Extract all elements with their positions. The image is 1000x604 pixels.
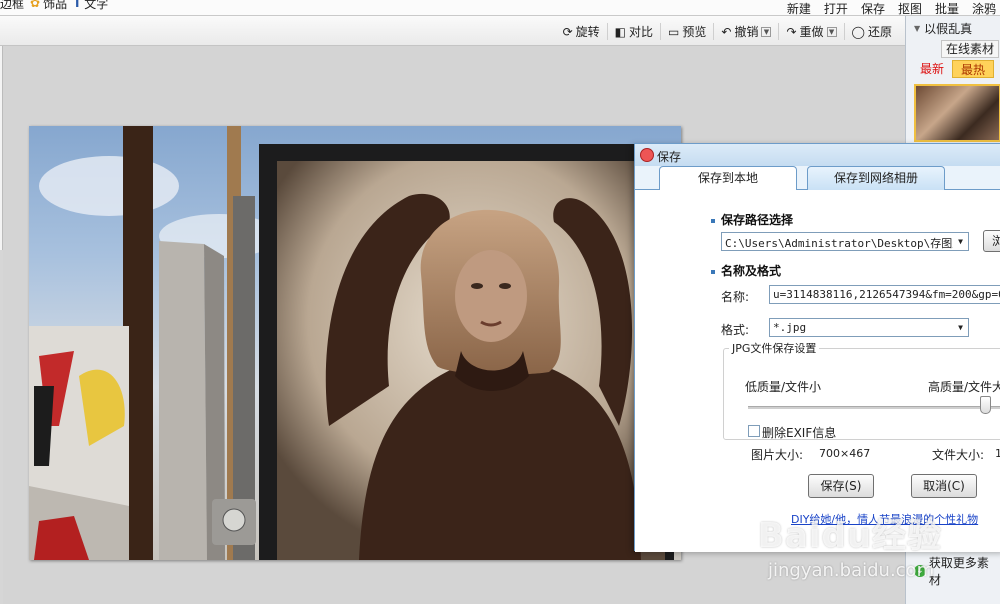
- name-format-section-title: 名称及格式: [711, 262, 781, 279]
- redo-label: 重做: [799, 25, 824, 39]
- format-select[interactable]: *.jpg ▼: [769, 318, 969, 337]
- material-panel-header[interactable]: ▼ 以假乱真: [906, 18, 1000, 38]
- tab-border[interactable]: 边框: [0, 0, 24, 12]
- main-menu: 新建 打开 保存 抠图 批量 涂鸦: [787, 0, 1000, 17]
- file-size-label: 文件大小:: [932, 448, 985, 462]
- menu-new[interactable]: 新建: [787, 0, 811, 17]
- restore-label: 还原: [867, 25, 892, 39]
- app-logo-icon: [640, 148, 654, 162]
- material-thumbnail[interactable]: [914, 84, 1000, 142]
- browse-button[interactable]: 浏: [983, 230, 1000, 252]
- dialog-body: 保存路径选择 C:\Users\Administrator\Desktop\存图…: [635, 189, 1000, 552]
- file-name-input[interactable]: u=3114838116,2126547394&fm=200&gp=0: [769, 285, 1000, 304]
- tab-newest[interactable]: 最新: [912, 60, 953, 78]
- dialog-titlebar[interactable]: 保存: [635, 144, 1000, 166]
- compare-label: 对比: [629, 25, 654, 39]
- chevron-down-icon[interactable]: ▼: [953, 319, 968, 336]
- baidu-watermark-url: jingyan.baidu.com: [768, 560, 935, 581]
- preview-button[interactable]: ▭ 预览: [661, 23, 715, 40]
- save-dialog: 保存 保存路径选择 C:\Users\Administrator\Desktop…: [634, 143, 1000, 552]
- restore-button[interactable]: ◯ 还原: [845, 23, 899, 40]
- rotate-icon: ⟳: [562, 24, 573, 39]
- format-value: *.jpg: [773, 321, 807, 334]
- tab-border-label: 边框: [0, 0, 25, 11]
- decoration-icon: ✿: [30, 0, 41, 10]
- remove-exif-label: 删除EXIF信息: [762, 426, 837, 440]
- cancel-button[interactable]: 取消(C): [911, 474, 977, 498]
- quality-slider-track[interactable]: [748, 406, 1000, 409]
- tab-save-local[interactable]: 保存到本地: [659, 166, 797, 190]
- file-size-value: 1: [995, 447, 1000, 460]
- tab-decoration-label: 饰品: [43, 0, 68, 11]
- redo-dropdown-icon[interactable]: ▼: [826, 26, 837, 37]
- undo-icon: ↶: [721, 24, 732, 39]
- text-icon: T: [73, 0, 82, 10]
- tab-hottest[interactable]: 最热: [952, 60, 995, 78]
- save-path-value: C:\Users\Administrator\Desktop\存图片: [725, 237, 964, 250]
- restore-icon: ◯: [851, 24, 865, 39]
- compare-button[interactable]: ◧ 对比: [608, 23, 662, 40]
- jpg-settings-title: JPG文件保存设置: [729, 340, 820, 356]
- quality-slider-thumb[interactable]: [979, 396, 991, 414]
- undo-dropdown-icon[interactable]: ▼: [761, 26, 772, 37]
- baidu-watermark: Baidu经验: [758, 516, 943, 556]
- tab-text[interactable]: T 文字: [73, 0, 108, 12]
- image-size-label: 图片大小:: [751, 448, 804, 462]
- top-menu-bar: 边框 ✿ 饰品 T 文字 新建 打开 保存 抠图 批量 涂鸦: [0, 0, 1000, 16]
- toolbar-tools: ⟳ 旋转 ◧ 对比 ▭ 预览 ↶ 撤销 ▼ ↷ 重做 ▼ ◯ 还原: [556, 23, 899, 40]
- save-button[interactable]: 保存(S): [808, 474, 874, 498]
- tab-text-label: 文字: [84, 0, 109, 11]
- high-quality-label: 高质量/文件大: [928, 380, 1000, 394]
- save-path-combobox[interactable]: C:\Users\Administrator\Desktop\存图片 ▼: [721, 232, 969, 251]
- redo-button[interactable]: ↷ 重做 ▼: [779, 23, 845, 40]
- collapse-triangle-icon: ▼: [914, 23, 921, 33]
- online-material-button[interactable]: 在线素材: [941, 40, 999, 58]
- name-label: 名称:: [721, 290, 750, 304]
- chevron-down-icon[interactable]: ▼: [953, 233, 968, 250]
- low-quality-label: 低质量/文件小: [745, 380, 822, 394]
- redo-icon: ↷: [786, 24, 797, 39]
- edited-photo[interactable]: [29, 126, 681, 560]
- material-tabs: 最新 最热: [912, 60, 995, 78]
- preview-label: 预览: [682, 25, 707, 39]
- top-left-tabs: 边框 ✿ 饰品 T 文字: [0, 0, 108, 12]
- image-size-value: 700×467: [819, 447, 871, 460]
- menu-save[interactable]: 保存: [861, 0, 885, 17]
- photo-illustration: [29, 126, 674, 560]
- material-panel-title: 以假乱真: [924, 21, 973, 36]
- menu-doodle[interactable]: 涂鸦: [972, 0, 996, 17]
- save-path-section-title: 保存路径选择: [711, 211, 793, 228]
- get-more-label: 获取更多素材: [928, 556, 989, 587]
- menu-open[interactable]: 打开: [824, 0, 848, 17]
- menu-batch[interactable]: 批量: [935, 0, 959, 17]
- undo-button[interactable]: ↶ 撤销 ▼: [714, 23, 780, 40]
- edit-toolbar: ⟳ 旋转 ◧ 对比 ▭ 预览 ↶ 撤销 ▼ ↷ 重做 ▼ ◯ 还原: [0, 16, 905, 46]
- rotate-button[interactable]: ⟳ 旋转: [556, 23, 608, 40]
- rotate-label: 旋转: [575, 25, 600, 39]
- remove-exif-checkbox[interactable]: [748, 425, 760, 437]
- dialog-title: 保存: [657, 150, 682, 164]
- undo-label: 撤销: [734, 25, 759, 39]
- preview-icon: ▭: [668, 24, 680, 39]
- format-label: 格式:: [721, 323, 750, 337]
- tab-decoration[interactable]: ✿ 饰品: [30, 0, 67, 12]
- compare-icon: ◧: [614, 24, 627, 39]
- tab-save-network-album[interactable]: 保存到网络相册: [807, 166, 945, 190]
- menu-cutout[interactable]: 抠图: [898, 0, 922, 17]
